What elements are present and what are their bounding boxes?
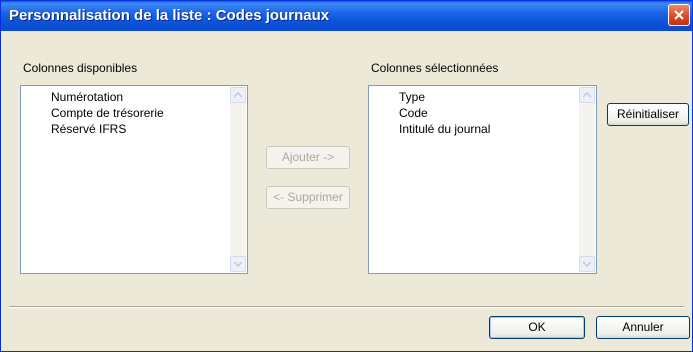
close-icon	[674, 10, 684, 20]
available-scrollbar[interactable]	[230, 87, 246, 272]
title-bar[interactable]: Personnalisation de la liste : Codes jou…	[1, 1, 692, 31]
available-columns-list[interactable]: Numérotation Compte de trésorerie Réserv…	[20, 85, 248, 274]
cancel-button[interactable]: Annuler	[596, 316, 690, 339]
scroll-up-button[interactable]	[230, 87, 246, 103]
list-item[interactable]: Code	[399, 105, 578, 121]
chevron-up-icon	[234, 92, 242, 98]
add-column-button[interactable]: Ajouter ->	[266, 146, 350, 169]
dialog-window: Personnalisation de la liste : Codes jou…	[0, 0, 693, 352]
scroll-down-button[interactable]	[579, 256, 595, 272]
scroll-up-button[interactable]	[579, 87, 595, 103]
remove-column-button[interactable]: <- Supprimer	[266, 186, 350, 209]
list-item[interactable]: Intitulé du journal	[399, 121, 578, 137]
ok-button[interactable]: OK	[489, 316, 585, 339]
chevron-down-icon	[234, 261, 242, 267]
list-item[interactable]: Numérotation	[51, 89, 229, 105]
list-item[interactable]: Réservé IFRS	[51, 121, 229, 137]
list-item[interactable]: Compte de trésorerie	[51, 105, 229, 121]
window-title: Personnalisation de la liste : Codes jou…	[9, 7, 330, 24]
chevron-up-icon	[583, 92, 591, 98]
available-columns-label: Colonnes disponibles	[23, 61, 138, 75]
chevron-down-icon	[583, 261, 591, 267]
reset-button[interactable]: Réinitialiser	[607, 103, 689, 126]
list-item[interactable]: Type	[399, 89, 578, 105]
selected-scrollbar[interactable]	[579, 87, 595, 272]
selected-columns-label: Colonnes sélectionnées	[371, 61, 499, 75]
footer-separator	[9, 306, 684, 308]
close-button[interactable]	[668, 4, 690, 26]
selected-columns-list[interactable]: Type Code Intitulé du journal	[368, 85, 597, 274]
scroll-down-button[interactable]	[230, 256, 246, 272]
